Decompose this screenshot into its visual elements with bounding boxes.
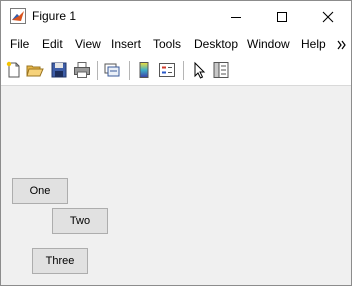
menu-view[interactable]: View — [75, 37, 101, 51]
toolbar-separator — [129, 61, 130, 80]
menu-tools[interactable]: Tools — [153, 37, 181, 51]
toolbar-separator — [97, 61, 98, 80]
menu-file[interactable]: File — [10, 37, 29, 51]
menu-help[interactable]: Help — [301, 37, 326, 51]
menu-edit[interactable]: Edit — [42, 37, 63, 51]
close-icon — [322, 11, 334, 22]
figure-toolbar — [1, 57, 351, 86]
minimize-icon — [231, 16, 241, 18]
matlab-logo-icon — [10, 8, 26, 24]
new-figure-icon[interactable] — [5, 61, 23, 79]
insert-legend-icon[interactable] — [158, 61, 176, 79]
link-plot-icon[interactable] — [103, 61, 121, 79]
save-icon[interactable] — [50, 61, 68, 79]
three-button[interactable]: Three — [32, 248, 88, 274]
figure-canvas: One Two Three — [1, 86, 351, 285]
figure-window: Figure 1 File Edit View Insert Tools Des… — [0, 0, 352, 286]
edit-plot-pointer-icon[interactable] — [190, 61, 208, 79]
print-icon[interactable] — [73, 61, 91, 79]
property-inspector-icon[interactable] — [212, 61, 230, 79]
open-file-icon[interactable] — [26, 61, 44, 79]
title-bar[interactable]: Figure 1 — [1, 1, 351, 32]
menu-insert[interactable]: Insert — [111, 37, 141, 51]
close-button[interactable] — [305, 1, 351, 32]
one-button[interactable]: One — [12, 178, 68, 204]
chevron-double-right-icon[interactable] — [337, 40, 346, 50]
menu-desktop[interactable]: Desktop — [194, 37, 238, 51]
menu-bar: File Edit View Insert Tools Desktop Wind… — [1, 32, 351, 57]
insert-colorbar-icon[interactable] — [135, 61, 153, 79]
window-title: Figure 1 — [32, 9, 77, 23]
minimize-button[interactable] — [213, 1, 259, 32]
maximize-button[interactable] — [259, 1, 305, 32]
toolbar-separator — [183, 61, 184, 80]
maximize-icon — [277, 11, 287, 22]
menu-window[interactable]: Window — [247, 37, 290, 51]
two-button[interactable]: Two — [52, 208, 108, 234]
